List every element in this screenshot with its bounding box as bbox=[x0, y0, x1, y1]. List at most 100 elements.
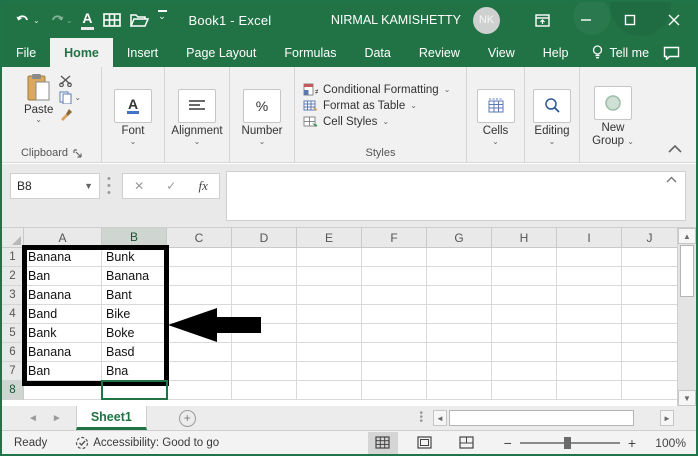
cell-d3[interactable] bbox=[232, 286, 297, 305]
editing-button[interactable]: Editing ⌄ bbox=[533, 85, 571, 145]
cell-a3[interactable]: Banana bbox=[24, 286, 102, 305]
cell-g8[interactable] bbox=[427, 381, 492, 400]
tab-home[interactable]: Home bbox=[50, 38, 113, 67]
cell-c3[interactable] bbox=[167, 286, 232, 305]
minimize-button[interactable] bbox=[564, 2, 608, 38]
cell-f1[interactable] bbox=[362, 248, 427, 267]
page-break-preview-button[interactable] bbox=[452, 432, 482, 454]
column-header-c[interactable]: C bbox=[167, 228, 232, 248]
cell-i5[interactable] bbox=[557, 324, 622, 343]
cell-g7[interactable] bbox=[427, 362, 492, 381]
cell-e8[interactable] bbox=[297, 381, 362, 400]
cell-e6[interactable] bbox=[297, 343, 362, 362]
page-layout-view-button[interactable] bbox=[410, 432, 440, 454]
row-header-3[interactable]: 3 bbox=[2, 286, 24, 305]
cell-h1[interactable] bbox=[492, 248, 557, 267]
new-sheet-button[interactable]: + bbox=[179, 410, 196, 427]
scroll-left-icon[interactable]: ◄ bbox=[433, 410, 447, 426]
cell-i8[interactable] bbox=[557, 381, 622, 400]
format-painter-button[interactable] bbox=[59, 108, 81, 121]
cell-j7[interactable] bbox=[622, 362, 677, 381]
cell-b2[interactable]: Banana bbox=[102, 267, 167, 286]
cell-b7[interactable]: Bna bbox=[102, 362, 167, 381]
cell-a5[interactable]: Bank bbox=[24, 324, 102, 343]
borders-icon[interactable] bbox=[103, 10, 121, 30]
tab-help[interactable]: Help bbox=[529, 38, 583, 67]
cell-h3[interactable] bbox=[492, 286, 557, 305]
cell-h8[interactable] bbox=[492, 381, 557, 400]
cell-a2[interactable]: Ban bbox=[24, 267, 102, 286]
zoom-out-button[interactable]: − bbox=[504, 435, 512, 451]
column-header-a[interactable]: A bbox=[24, 228, 102, 248]
cell-i2[interactable] bbox=[557, 267, 622, 286]
redo-dropdown-icon[interactable]: ⌄ bbox=[66, 16, 73, 25]
cell-j3[interactable] bbox=[622, 286, 677, 305]
cell-d8[interactable] bbox=[232, 381, 297, 400]
tab-formulas[interactable]: Formulas bbox=[270, 38, 350, 67]
cell-b3[interactable]: Bant bbox=[102, 286, 167, 305]
cell-d6[interactable] bbox=[232, 343, 297, 362]
column-header-d[interactable]: D bbox=[232, 228, 297, 248]
cell-a8[interactable] bbox=[24, 381, 102, 400]
cell-j6[interactable] bbox=[622, 343, 677, 362]
cell-a6[interactable]: Banana bbox=[24, 343, 102, 362]
tab-insert[interactable]: Insert bbox=[113, 38, 172, 67]
name-box-dropdown-icon[interactable]: ▼ bbox=[84, 181, 93, 191]
next-sheet-icon[interactable]: ► bbox=[52, 413, 62, 424]
cell-e3[interactable] bbox=[297, 286, 362, 305]
row-header-2[interactable]: 2 bbox=[2, 267, 24, 286]
cell-f4[interactable] bbox=[362, 305, 427, 324]
cell-d7[interactable] bbox=[232, 362, 297, 381]
format-as-table-button[interactable]: Format as Table ⌄ bbox=[303, 99, 417, 112]
cell-f7[interactable] bbox=[362, 362, 427, 381]
cell-a1[interactable]: Banana bbox=[24, 248, 102, 267]
cell-c8[interactable] bbox=[167, 381, 232, 400]
column-header-j[interactable]: J bbox=[622, 228, 677, 248]
column-header-f[interactable]: F bbox=[362, 228, 427, 248]
column-header-e[interactable]: E bbox=[297, 228, 362, 248]
row-header-5[interactable]: 5 bbox=[2, 324, 24, 343]
cell-b1[interactable]: Bunk bbox=[102, 248, 167, 267]
cell-j2[interactable] bbox=[622, 267, 677, 286]
tab-file[interactable]: File bbox=[2, 38, 50, 67]
enter-formula-icon[interactable]: ✓ bbox=[166, 179, 176, 193]
cell-b5[interactable]: Boke bbox=[102, 324, 167, 343]
cell-j1[interactable] bbox=[622, 248, 677, 267]
name-box[interactable]: B8 ▼ bbox=[10, 173, 100, 199]
cell-g4[interactable] bbox=[427, 305, 492, 324]
tell-me-box[interactable]: Tell me bbox=[582, 38, 659, 67]
accessibility-status[interactable]: Accessibility: Good to go bbox=[75, 436, 219, 450]
cell-i3[interactable] bbox=[557, 286, 622, 305]
cell-j5[interactable] bbox=[622, 324, 677, 343]
copy-button[interactable]: ⌄ bbox=[59, 91, 81, 104]
insert-function-icon[interactable]: fx bbox=[199, 178, 208, 194]
cell-f6[interactable] bbox=[362, 343, 427, 362]
user-name[interactable]: NIRMAL KAMISHETTY bbox=[331, 13, 461, 27]
zoom-in-button[interactable]: + bbox=[628, 435, 636, 451]
tab-data[interactable]: Data bbox=[350, 38, 404, 67]
column-header-h[interactable]: H bbox=[492, 228, 557, 248]
zoom-slider[interactable] bbox=[520, 442, 620, 444]
column-header-g[interactable]: G bbox=[427, 228, 492, 248]
cell-d1[interactable] bbox=[232, 248, 297, 267]
normal-view-button[interactable] bbox=[368, 432, 398, 454]
close-button[interactable] bbox=[652, 2, 696, 38]
cell-a4[interactable]: Band bbox=[24, 305, 102, 324]
cell-g1[interactable] bbox=[427, 248, 492, 267]
alignment-button[interactable]: Alignment ⌄ bbox=[171, 85, 222, 145]
row-header-1[interactable]: 1 bbox=[2, 248, 24, 267]
tab-view[interactable]: View bbox=[474, 38, 529, 67]
redo-icon[interactable]: ⌄ bbox=[49, 10, 73, 30]
cell-e1[interactable] bbox=[297, 248, 362, 267]
undo-dropdown-icon[interactable]: ⌄ bbox=[33, 16, 40, 25]
expand-formula-bar-icon[interactable] bbox=[666, 176, 677, 183]
cancel-formula-icon[interactable]: ✕ bbox=[134, 179, 144, 193]
cell-j8[interactable] bbox=[622, 381, 677, 400]
cell-h6[interactable] bbox=[492, 343, 557, 362]
zoom-percentage[interactable]: 100% bbox=[644, 436, 686, 450]
cell-h5[interactable] bbox=[492, 324, 557, 343]
cell-h7[interactable] bbox=[492, 362, 557, 381]
cell-e4[interactable] bbox=[297, 305, 362, 324]
cell-b4[interactable]: Bike bbox=[102, 305, 167, 324]
cell-c2[interactable] bbox=[167, 267, 232, 286]
